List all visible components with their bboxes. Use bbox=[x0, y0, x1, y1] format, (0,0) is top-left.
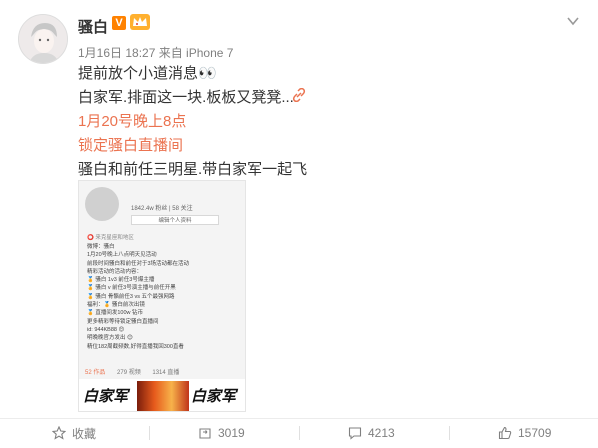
embedded-screenshot-image[interactable]: 1842.4w 粉丝 | 58 关注 编辑个人资料 ⭕ 来克星座和地区 微博：骚… bbox=[78, 180, 246, 412]
action-bar-divider bbox=[0, 418, 598, 419]
flame-image bbox=[137, 381, 189, 411]
like-button[interactable]: 15709 bbox=[498, 422, 551, 444]
banner-text-left: 白家军 bbox=[83, 388, 129, 405]
post-text-line-5: 骚白和前任三明星.带白家军一起飞 bbox=[78, 161, 308, 178]
weibo-post-card: 骚白 V 1月16日 18:27 来自 iPhone 7 提前放个小道消息👀 白… bbox=[0, 0, 598, 448]
embed-line: 福利：🏅 骚白前次出镜 bbox=[87, 302, 145, 309]
banner-text-right: 白家军 bbox=[191, 388, 237, 405]
repost-button[interactable]: 3019 bbox=[198, 422, 245, 444]
avatar[interactable] bbox=[18, 14, 68, 64]
link-icon[interactable] bbox=[292, 87, 306, 103]
embed-footer-item: 52 作品 bbox=[85, 370, 106, 376]
embed-line: 微博：骚白 bbox=[87, 244, 115, 250]
username[interactable]: 骚白 bbox=[78, 16, 108, 37]
embed-line: id: 944KB88 😊 bbox=[87, 326, 125, 333]
embed-line: 精位182周截频数,好得直播我回300直看 bbox=[87, 343, 184, 350]
embed-line: 🏅 骚白 v 前任3号演主播与前任开黑 bbox=[87, 285, 176, 292]
post-text-line-1: 提前放个小道消息👀 bbox=[78, 65, 217, 82]
post-text-line-2: 白家军.排面这一块.板板又凳凳... bbox=[78, 89, 294, 106]
embed-banner: 白家军 白家军 bbox=[79, 379, 245, 411]
comment-button[interactable]: 4213 bbox=[348, 422, 395, 444]
embed-avatar bbox=[85, 187, 119, 221]
embed-text-block: 微博：骚白 1月20号晚上八点明天见活动 前段时间骚白和前任对于3场活动都在活动… bbox=[87, 243, 189, 351]
embed-line: 更多精彩等待锁定骚白直播间 bbox=[87, 318, 159, 325]
chevron-down-icon[interactable] bbox=[566, 14, 580, 28]
comment-count: 4213 bbox=[368, 426, 395, 440]
like-count: 15709 bbox=[518, 426, 552, 440]
embed-footer: 52 作品 279 视频 1314 直播 bbox=[85, 367, 189, 376]
favorite-label: 收藏 bbox=[72, 426, 97, 441]
member-crown-icon bbox=[130, 14, 150, 30]
embed-edit-profile-button: 编辑个人资料 bbox=[131, 215, 219, 225]
action-separator bbox=[149, 426, 150, 440]
action-separator bbox=[449, 426, 450, 440]
post-meta: 1月16日 18:27 来自 iPhone 7 bbox=[78, 46, 234, 60]
thumbs-up-icon bbox=[498, 426, 512, 440]
embed-line: 1月20号晚上八点明天见活动 bbox=[87, 252, 157, 259]
repost-count: 3019 bbox=[218, 426, 245, 440]
repost-icon bbox=[198, 426, 212, 440]
favorite-button[interactable]: 收藏 bbox=[51, 422, 97, 444]
comment-icon bbox=[348, 426, 362, 440]
verified-v-icon: V bbox=[112, 16, 126, 30]
embed-line: 明晚晚官方发出 😊 bbox=[87, 335, 133, 342]
embed-line: 🏅 骚白 1v3 前任3号爆主播 bbox=[87, 277, 155, 284]
action-separator bbox=[299, 426, 300, 440]
embed-line: 精彩活动的活动内容： bbox=[87, 268, 143, 275]
embed-stats: 1842.4w 粉丝 | 58 关注 bbox=[131, 206, 193, 212]
embed-footer-item: 1314 直播 bbox=[152, 370, 180, 376]
embed-location: ⭕ 来克星座和地区 bbox=[87, 235, 134, 241]
avatar-portrait-icon bbox=[19, 15, 67, 63]
post-text-line-4[interactable]: 锁定骚白直播间 bbox=[78, 134, 183, 155]
post-text-line-3[interactable]: 1月20号晚上8点 bbox=[78, 110, 186, 131]
embed-line: 🏅 直播间发100w 钻币 bbox=[87, 310, 144, 317]
embed-line: 前段时间骚白和前任对于3场活动都在活动 bbox=[87, 260, 190, 267]
embed-line: 🏅 骚白 骨骼前任3 vs 五个最强网路 bbox=[87, 293, 175, 300]
embed-footer-item: 279 视频 bbox=[117, 370, 141, 376]
star-icon bbox=[51, 425, 67, 440]
